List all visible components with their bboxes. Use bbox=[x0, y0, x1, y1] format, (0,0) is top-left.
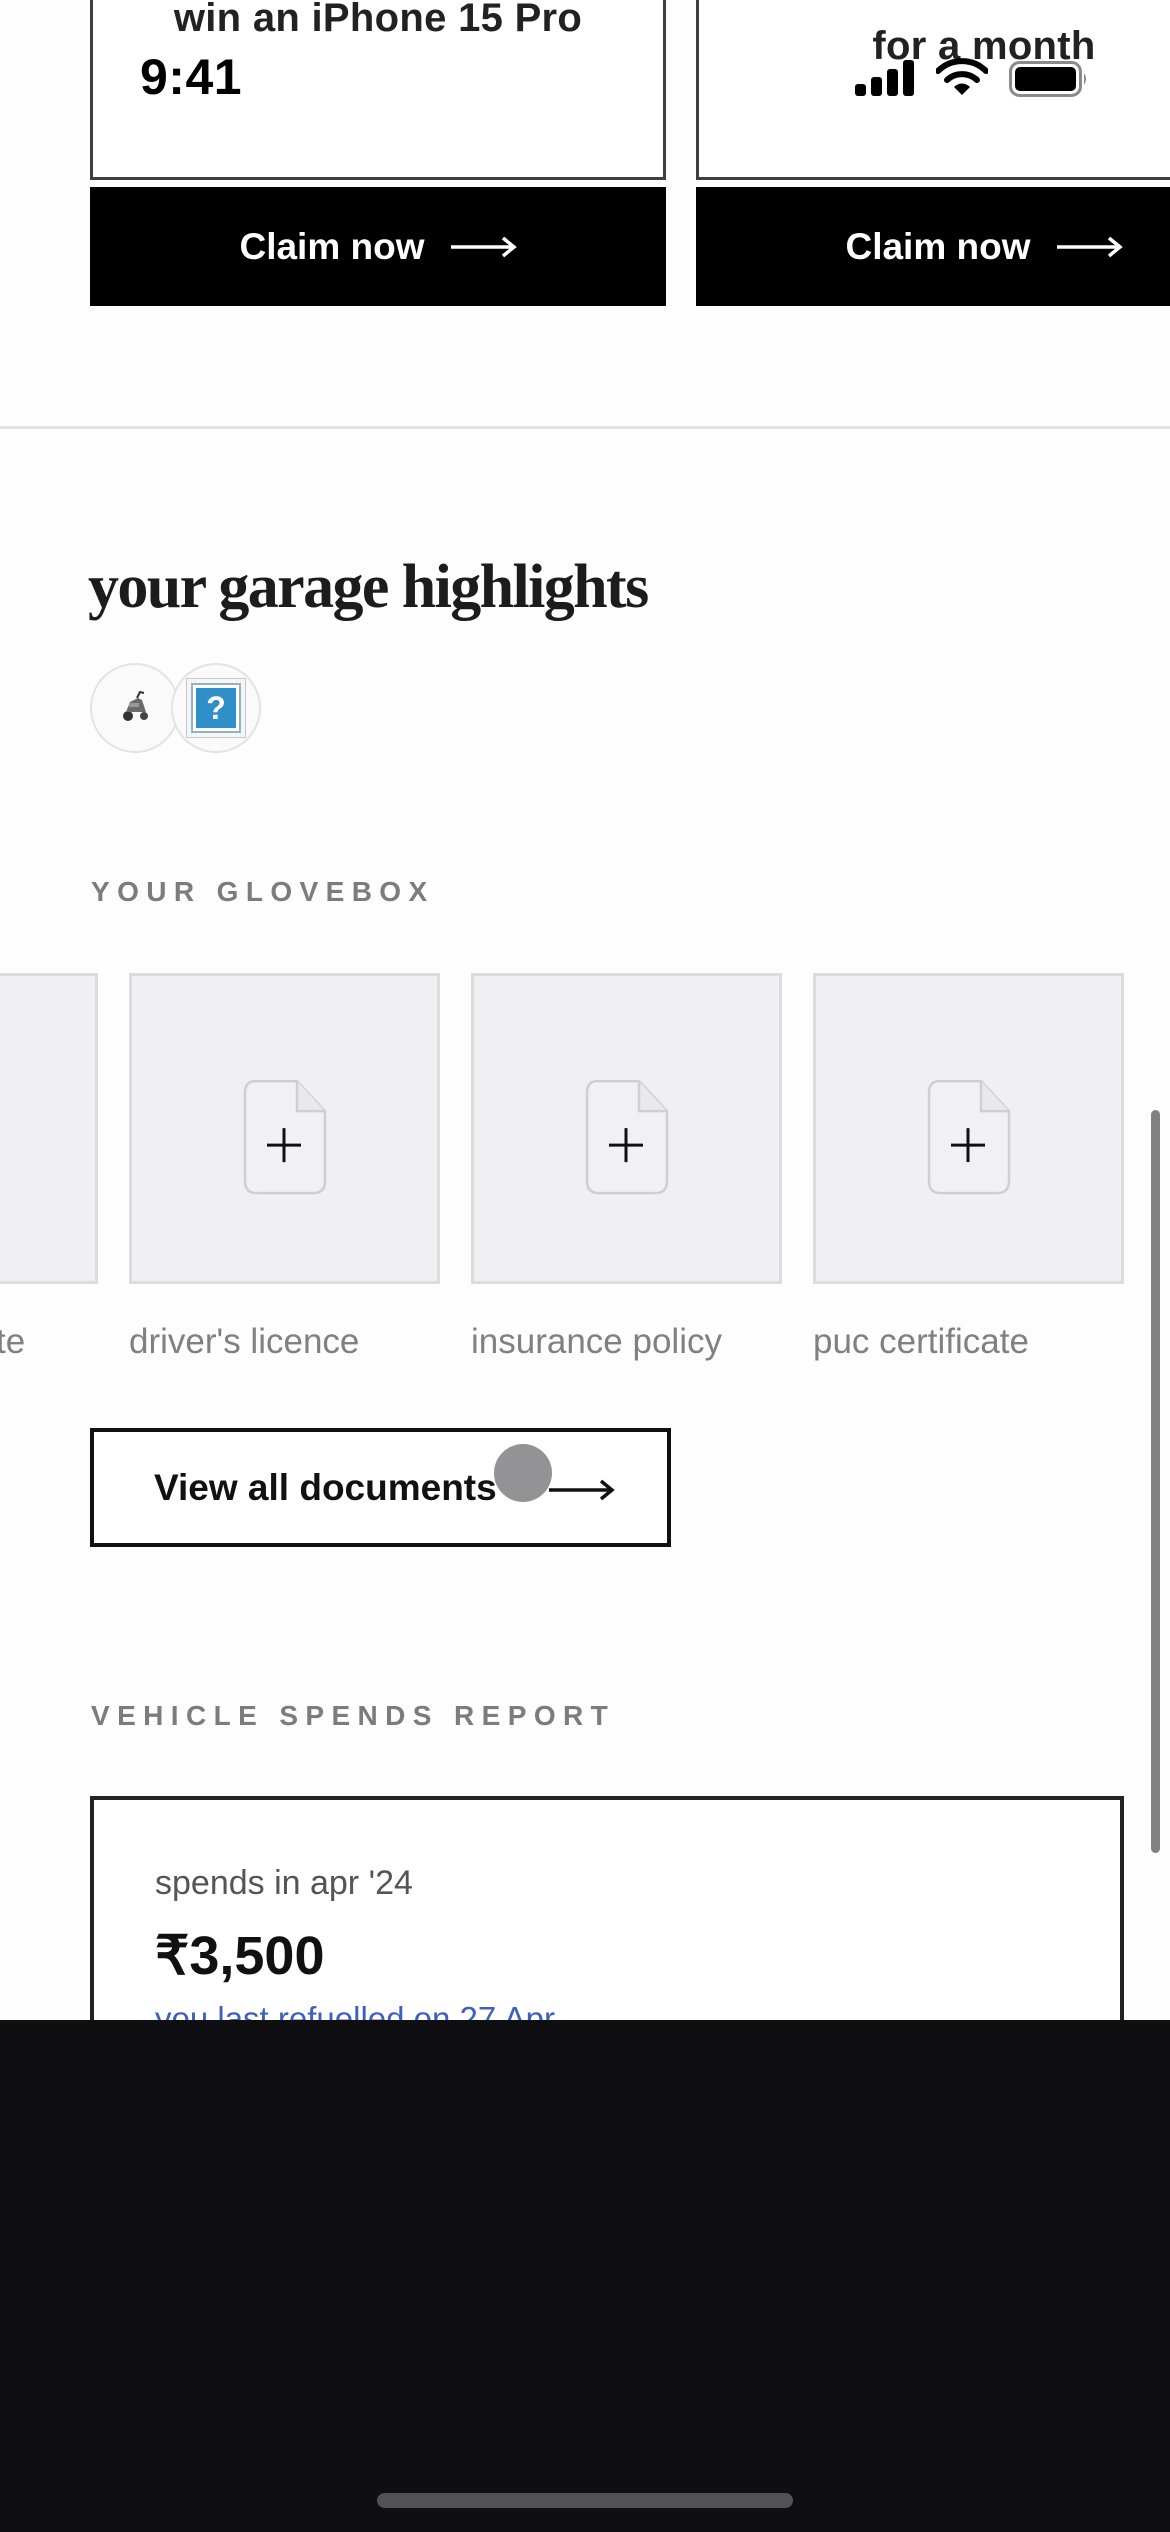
scooter-icon bbox=[120, 690, 150, 727]
doc-card-insurance-policy[interactable] bbox=[471, 973, 782, 1284]
status-time: 9:41 bbox=[140, 49, 243, 105]
doc-card-puc-certificate[interactable] bbox=[813, 973, 1124, 1284]
view-all-documents-button[interactable]: View all documents bbox=[90, 1428, 671, 1547]
home-indicator[interactable] bbox=[377, 2493, 793, 2508]
claim-now-button-2[interactable]: Claim now bbox=[696, 187, 1170, 306]
promo-card-fuel[interactable]: win free fuel for a month bbox=[696, 0, 1170, 180]
vehicle-spends-label: VEHICLE SPENDS REPORT bbox=[91, 1700, 616, 1731]
add-document-icon bbox=[243, 1079, 327, 1195]
claim-now-label: Claim now bbox=[239, 225, 425, 267]
wifi-icon bbox=[935, 58, 989, 101]
claim-now-label: Claim now bbox=[845, 225, 1031, 267]
system-bottom-area bbox=[0, 2020, 1170, 2532]
signal-icon bbox=[855, 60, 915, 101]
arrow-right-icon bbox=[1056, 235, 1123, 259]
scrollbar[interactable] bbox=[1151, 1110, 1160, 1853]
promo-title: win an iPhone 15 Pro bbox=[173, 0, 583, 40]
glovebox-label: YOUR GLOVEBOX bbox=[91, 876, 435, 907]
add-document-icon bbox=[927, 1079, 1011, 1195]
add-document-icon bbox=[585, 1079, 669, 1195]
garage-highlights-heading: your garage highlights bbox=[88, 553, 649, 621]
arrow-right-icon bbox=[549, 1478, 615, 1507]
unknown-vehicle-avatar[interactable]: ? bbox=[171, 663, 261, 753]
promo-title-line2: for a month bbox=[872, 24, 1096, 68]
question-mark-icon: ? bbox=[186, 678, 246, 738]
doc-card-partial[interactable] bbox=[0, 973, 98, 1284]
doc-label-drivers-licence: driver's licence bbox=[129, 1322, 360, 1361]
spends-period: spends in apr '24 bbox=[155, 1864, 413, 1902]
touch-indicator bbox=[494, 1444, 552, 1502]
spends-amount: ₹3,500 bbox=[155, 1926, 325, 1986]
scooter-avatar[interactable] bbox=[90, 663, 180, 753]
doc-label-insurance-policy: insurance policy bbox=[471, 1322, 722, 1361]
claim-now-button[interactable]: Claim now bbox=[90, 187, 666, 306]
section-divider bbox=[0, 426, 1170, 429]
arrow-right-icon bbox=[450, 235, 517, 259]
view-all-documents-label: View all documents bbox=[154, 1467, 497, 1508]
doc-label-puc-certificate: puc certificate bbox=[813, 1322, 1029, 1361]
doc-label-partial: te bbox=[0, 1322, 26, 1361]
promo-title-line1: win free fuel bbox=[699, 0, 1170, 1]
doc-card-drivers-licence[interactable] bbox=[129, 973, 440, 1284]
battery-icon bbox=[1009, 61, 1089, 102]
